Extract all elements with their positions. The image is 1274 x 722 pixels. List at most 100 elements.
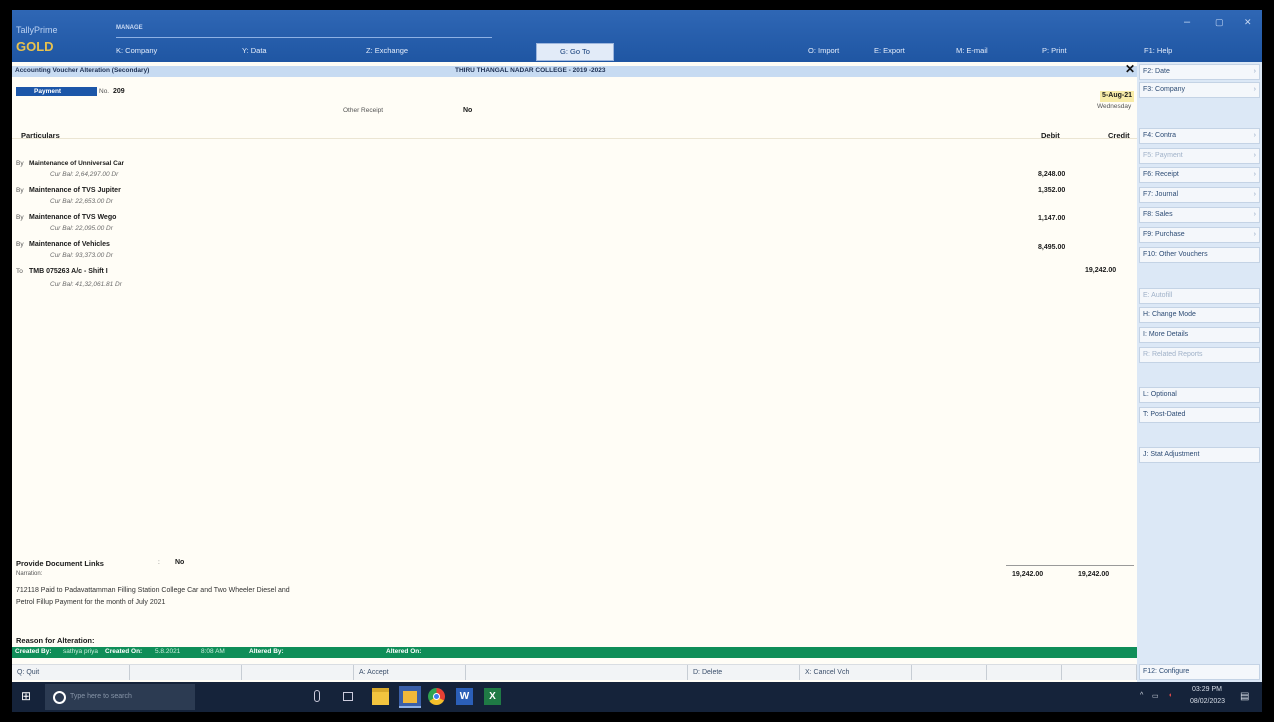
created-by-label: Created By: (15, 648, 52, 655)
entry-debit[interactable]: 8,248.00 (1038, 171, 1065, 178)
doc-links-sep: : (158, 559, 160, 566)
sales-button[interactable]: F8: Sales › (1139, 207, 1260, 223)
excel-icon[interactable]: X (484, 688, 501, 705)
narration-line-1[interactable]: 712118 Paid to Padavattamman Filling Sta… (16, 587, 290, 594)
volume-icon[interactable]: ◖ (1168, 692, 1172, 699)
voucher-number[interactable]: 209 (113, 88, 125, 95)
key-slot[interactable] (130, 665, 242, 680)
entry-balance: Cur Bal: 22,653.00 Dr (50, 198, 113, 205)
menu-export[interactable]: E: Export (874, 46, 905, 55)
entry-debit[interactable]: 1,352.00 (1038, 187, 1065, 194)
tally-window: TallyPrime GOLD MANAGE K: Company Y: Dat… (12, 10, 1262, 712)
entry-credit[interactable]: 19,242.00 (1085, 267, 1116, 274)
payment-button[interactable]: F5: Payment › (1139, 148, 1260, 164)
voucher-day: Wednesday (1097, 103, 1132, 110)
taskbar-search[interactable]: Type here to search (45, 684, 195, 710)
voucher-type-badge[interactable]: Payment (16, 87, 97, 96)
delete-button[interactable]: D: Delete (688, 665, 800, 680)
quit-button[interactable]: Q: Quit (12, 665, 130, 680)
related-reports-button[interactable]: R: Related Reports (1139, 347, 1260, 363)
menu-company[interactable]: K: Company (116, 46, 157, 55)
close-voucher-icon[interactable]: ✕ (1125, 62, 1135, 76)
screen-title: Accounting Voucher Alteration (Secondary… (15, 67, 150, 74)
autofill-button[interactable]: E: Autofill (1139, 288, 1260, 304)
maximize-icon[interactable]: ▢ (1215, 17, 1224, 28)
network-icon[interactable]: ▭ (1152, 692, 1159, 700)
contra-button[interactable]: F4: Contra › (1139, 128, 1260, 144)
minimize-icon[interactable]: – (1184, 16, 1190, 28)
voucher-date[interactable]: 5-Aug-21 (1100, 91, 1134, 102)
key-slot[interactable] (466, 665, 688, 680)
chrome-icon[interactable] (428, 688, 445, 705)
tally-app-icon[interactable] (399, 686, 421, 708)
entry-debit[interactable]: 1,147.00 (1038, 215, 1065, 222)
button-label: L: Optional (1143, 391, 1177, 398)
created-status-bar: Created By: sathya priya Created On: 5.8… (12, 647, 1137, 658)
chevron-right-icon: › (1253, 68, 1256, 75)
menu-goto[interactable]: G: Go To (536, 43, 614, 61)
task-view-icon[interactable] (343, 692, 353, 701)
windows-start-icon[interactable]: ⊞ (21, 690, 33, 702)
stat-adjustment-button[interactable]: J: Stat Adjustment (1139, 447, 1260, 463)
clock-date[interactable]: 08/02/2023 (1190, 698, 1225, 705)
doc-links-value[interactable]: No (175, 559, 184, 566)
word-icon[interactable]: W (456, 688, 473, 705)
menu-email[interactable]: M: E-mail (956, 46, 988, 55)
key-slot[interactable] (912, 665, 987, 680)
reason-label: Reason for Alteration: (16, 636, 95, 645)
menu-exchange[interactable]: Z: Exchange (366, 46, 408, 55)
entry-debit[interactable]: 8,495.00 (1038, 244, 1065, 251)
key-slot[interactable] (242, 665, 354, 680)
post-dated-button[interactable]: T: Post-Dated (1139, 407, 1260, 423)
entry-ledger[interactable]: TMB 075263 A/c - Shift I (29, 268, 108, 275)
entry-prefix: By (16, 214, 24, 221)
right-button-panel: F2: Date › F3: Company › F4: Contra › F5: P… (1137, 62, 1262, 682)
total-credit: 19,242.00 (1078, 571, 1110, 578)
chevron-right-icon: › (1253, 231, 1256, 238)
entry-balance: Cur Bal: 93,373.00 Dr (50, 252, 113, 259)
date-button[interactable]: F2: Date › (1139, 64, 1260, 80)
receipt-button[interactable]: F6: Receipt › (1139, 167, 1260, 183)
narration-label: Narration: (16, 571, 43, 577)
close-icon[interactable]: ✕ (1244, 17, 1252, 28)
voucher-no-label: No. (99, 88, 110, 95)
button-label: H: Change Mode (1143, 311, 1196, 318)
notification-icon[interactable]: ▤ (1240, 691, 1249, 702)
narration-line-2[interactable]: Petrol Fillup Payment for the month of J… (16, 599, 165, 606)
file-explorer-icon[interactable] (372, 688, 389, 705)
microphone-icon[interactable] (314, 690, 320, 702)
accept-button[interactable]: A: Accept (354, 665, 466, 680)
journal-button[interactable]: F7: Journal › (1139, 187, 1260, 203)
voucher-date-value: 5-Aug-21 (1102, 92, 1132, 99)
entry-ledger[interactable]: Maintenance of Vehicles (29, 241, 110, 248)
entry-ledger[interactable]: Maintenance of TVS Wego (29, 214, 116, 221)
key-slot[interactable] (1062, 665, 1137, 680)
company-button[interactable]: F3: Company › (1139, 82, 1260, 98)
menu-data[interactable]: Y: Data (242, 46, 267, 55)
entry-prefix: By (16, 241, 24, 248)
entry-balance: Cur Bal: 22,095.00 Dr (50, 225, 113, 232)
configure-button[interactable]: F12: Configure (1139, 664, 1260, 680)
menu-print[interactable]: P: Print (1042, 46, 1067, 55)
purchase-button[interactable]: F9: Purchase › (1139, 227, 1260, 243)
change-mode-button[interactable]: H: Change Mode (1139, 307, 1260, 323)
created-time-value: 8:08 AM (201, 648, 225, 655)
button-label: T: Post-Dated (1143, 411, 1186, 418)
more-details-button[interactable]: I: More Details (1139, 327, 1260, 343)
entry-ledger[interactable]: Maintenance of TVS Jupiter (29, 187, 121, 194)
key-slot[interactable] (987, 665, 1062, 680)
optional-button[interactable]: L: Optional (1139, 387, 1260, 403)
menu-import[interactable]: O: Import (808, 46, 839, 55)
menu-help[interactable]: F1: Help (1144, 46, 1172, 55)
entry-ledger[interactable]: Maintenance of Unniversal Car (29, 160, 124, 167)
cancel-voucher-button[interactable]: X: Cancel Vch (800, 665, 912, 680)
tray-chevron-icon[interactable]: ^ (1140, 692, 1143, 699)
other-receipt-value[interactable]: No (463, 107, 472, 114)
clock-time[interactable]: 03:29 PM (1192, 686, 1222, 693)
button-label: F2: Date (1143, 68, 1170, 75)
license-label[interactable]: MANAGE (116, 25, 143, 31)
other-vouchers-button[interactable]: F10: Other Vouchers (1139, 247, 1260, 263)
button-label: F9: Purchase (1143, 231, 1185, 238)
totals-divider (1006, 565, 1134, 566)
entry-balance: Cur Bal: 2,64,297.00 Dr (50, 171, 119, 178)
